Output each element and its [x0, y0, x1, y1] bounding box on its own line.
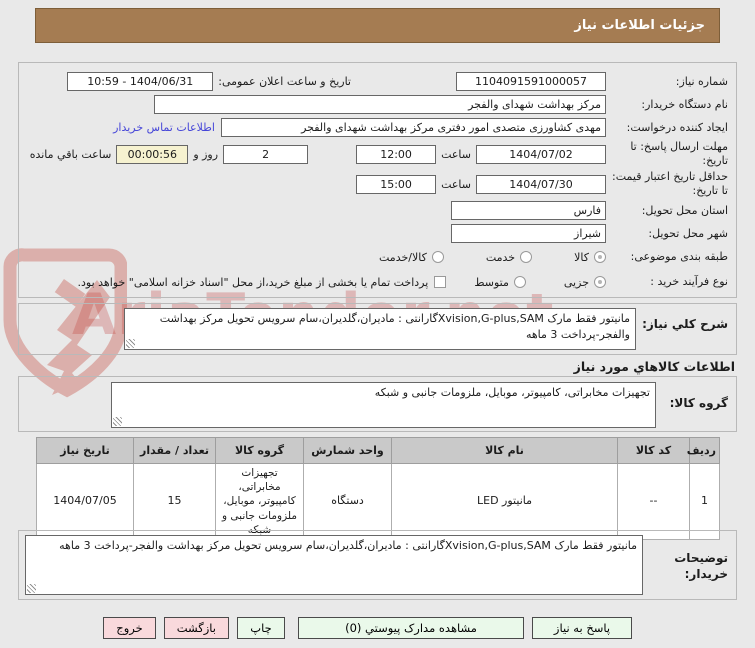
- classification-label: طبقه بندی موضوعی:: [630, 250, 728, 264]
- radio-option-goods-service[interactable]: کالا/خدمت: [379, 251, 444, 264]
- radio-icon[interactable]: [431, 251, 444, 263]
- footer-button-bar: پاسخ به نیاز مشاهده مدارک پیوستي (0) چاپ…: [103, 617, 632, 639]
- request-creator-field[interactable]: مهدی کشاورزی متصدی امور دفتری مرکز بهداش…: [221, 118, 606, 137]
- goods-table: ردیف کد کالا نام کالا واحد شمارش گروه کا…: [36, 437, 720, 540]
- table-row: 1 -- مانیتور LED دستگاه تجهیزات مخابراتی…: [36, 463, 720, 540]
- countdown-timer-field: 00:00:56: [116, 144, 189, 164]
- radio-option-medium[interactable]: متوسط: [474, 276, 526, 289]
- city-label: شهر محل تحویل:: [648, 226, 728, 240]
- price-validity-hour-label: ساعت: [441, 177, 471, 191]
- exit-button[interactable]: خروج: [103, 617, 156, 639]
- goods-group-panel: گروه کالا: تجهیزات مخابراتی، کامپیوتر، م…: [18, 376, 737, 432]
- request-creator-label: ایجاد کننده درخواست:: [626, 120, 728, 134]
- province-field[interactable]: فارس: [451, 201, 606, 220]
- row-reply-deadline: مهلت ارسال پاسخ: تا تاریخ: 1404/07/02 سا…: [27, 139, 728, 169]
- need-description-panel: شرح کلي نیاز: مانیتور فقط مارک Xvision,G…: [18, 303, 737, 355]
- buyer-notes-textarea[interactable]: مانیتور فقط مارک Xvision,G-plus,SAMگاران…: [25, 535, 643, 595]
- radio-label: متوسط: [474, 275, 509, 289]
- reply-deadline-time-field[interactable]: 12:00: [356, 144, 437, 164]
- cell-goods-name: مانیتور LED: [391, 463, 618, 540]
- buyer-notes-panel: توضیحات خریدار: مانیتور فقط مارک Xvision…: [18, 530, 737, 600]
- buyer-notes-label: توضیحات خریدار:: [674, 551, 728, 581]
- col-goods-name: نام کالا: [391, 437, 618, 464]
- row-price-validity: حداقل تاریخ اعتبار قیمت: تا تاریخ: 1404/…: [27, 169, 728, 199]
- col-goods-group: گروه کالا: [215, 437, 304, 464]
- reply-deadline-date-field[interactable]: 1404/07/02: [476, 144, 606, 164]
- radio-icon[interactable]: [513, 276, 526, 288]
- print-button[interactable]: چاپ: [237, 617, 285, 639]
- checkbox-icon[interactable]: [434, 276, 447, 288]
- treasury-checkbox[interactable]: پرداخت تمام یا بخشی از مبلغ خرید،از محل …: [78, 276, 447, 289]
- radio-label: کالا: [574, 250, 589, 264]
- col-quantity: تعداد / مقدار: [133, 437, 216, 464]
- reply-deadline-hour-label: ساعت: [441, 147, 471, 161]
- countdown-label: ساعت باقي مانده: [29, 147, 112, 161]
- row-request-creator: ایجاد کننده درخواست: مهدی کشاورزی متصدی …: [27, 116, 728, 139]
- respond-to-need-button[interactable]: پاسخ به نیاز: [532, 617, 632, 639]
- col-row-number: ردیف: [687, 437, 720, 464]
- row-need-number: شماره نیاز: 1104091591000057 تاریخ و ساع…: [27, 70, 728, 93]
- cell-goods-code: --: [617, 463, 690, 540]
- need-number-label: شماره نیاز:: [675, 74, 728, 88]
- radio-icon[interactable]: [594, 251, 606, 263]
- view-attachments-button[interactable]: مشاهده مدارک پیوستي (0): [298, 617, 524, 639]
- radio-icon[interactable]: [520, 251, 533, 263]
- process-type-label: نوع فرآیند خرید :: [650, 275, 728, 289]
- buyer-contact-link[interactable]: اطلاعات تماس خریدار: [113, 121, 215, 134]
- cell-goods-group: تجهیزات مخابراتی، کامپیوتر، موبایل، ملزو…: [215, 463, 304, 540]
- need-description-textarea[interactable]: مانیتور فقط مارک Xvision,G-plus,SAMگاران…: [124, 308, 636, 350]
- days-label: روز و: [193, 147, 219, 161]
- resize-handle-icon[interactable]: [27, 584, 36, 593]
- goods-table-header: ردیف کد کالا نام کالا واحد شمارش گروه کا…: [36, 437, 720, 464]
- need-description-label: شرح کلي نیاز:: [642, 317, 728, 331]
- col-need-date: تاریخ نیاز: [36, 437, 134, 464]
- row-classification: طبقه بندی موضوعی: کالا خدمت کالا/خدمت: [27, 245, 728, 269]
- province-label: استان محل تحویل:: [641, 203, 728, 217]
- radio-icon[interactable]: [594, 276, 606, 288]
- row-province: استان محل تحویل: فارس: [27, 199, 728, 222]
- resize-handle-icon[interactable]: [126, 339, 135, 348]
- title-bar: جزئیات اطلاعات نیاز: [35, 8, 720, 43]
- cell-quantity: 15: [133, 463, 216, 540]
- radio-label: خدمت: [485, 250, 516, 264]
- col-goods-code: کد کالا: [617, 437, 690, 464]
- price-validity-time-field[interactable]: 15:00: [356, 174, 437, 194]
- radio-option-partial[interactable]: جزیی: [564, 276, 606, 289]
- treasury-checkbox-label: پرداخت تمام یا بخشی از مبلغ خرید،از محل …: [77, 275, 429, 289]
- need-description-text: مانیتور فقط مارک Xvision,G-plus,SAMگاران…: [159, 312, 630, 341]
- goods-group-label: گروه کالا:: [669, 396, 728, 410]
- resize-handle-icon[interactable]: [113, 417, 122, 426]
- buyer-org-field[interactable]: مرکز بهداشت شهدای والفجر: [154, 95, 606, 114]
- days-remaining-field[interactable]: 2: [223, 144, 309, 164]
- col-unit: واحد شمارش: [303, 437, 392, 464]
- buyer-notes-text: مانیتور فقط مارک Xvision,G-plus,SAMگاران…: [59, 539, 637, 552]
- goods-section-heading: اطلاعات کالاهاي مورد نیاز: [573, 359, 735, 374]
- reply-deadline-label: مهلت ارسال پاسخ: تا تاریخ:: [630, 140, 728, 167]
- row-process-type: نوع فرآیند خرید : جزیی متوسط پرداخت تمام…: [27, 269, 728, 295]
- row-buyer-org: نام دستگاه خریدار: مرکز بهداشت شهدای وال…: [27, 93, 728, 116]
- radio-label: جزیی: [563, 275, 589, 289]
- cell-row-number: 1: [689, 463, 720, 540]
- row-city: شهر محل تحویل: شیراز: [27, 222, 728, 245]
- announce-datetime-field[interactable]: 1404/06/31 - 10:59: [67, 72, 214, 91]
- cell-unit: دستگاه: [303, 463, 392, 540]
- goods-group-textarea[interactable]: تجهیزات مخابراتی، کامپیوتر، موبایل، ملزو…: [111, 382, 656, 428]
- radio-option-goods[interactable]: کالا: [574, 251, 606, 264]
- cell-need-date: 1404/07/05: [36, 463, 134, 540]
- need-number-field[interactable]: 1104091591000057: [456, 72, 606, 91]
- back-button[interactable]: بازگشت: [163, 617, 229, 639]
- radio-label: کالا/خدمت: [379, 250, 427, 264]
- buyer-org-label: نام دستگاه خریدار:: [641, 97, 728, 111]
- announce-datetime-label: تاریخ و ساعت اعلان عمومی:: [218, 75, 351, 88]
- goods-group-text: تجهیزات مخابراتی، کامپیوتر، موبایل، ملزو…: [374, 386, 650, 399]
- need-info-panel: شماره نیاز: 1104091591000057 تاریخ و ساع…: [18, 62, 737, 298]
- radio-option-service[interactable]: خدمت: [485, 250, 533, 264]
- price-validity-date-field[interactable]: 1404/07/30: [476, 174, 606, 194]
- price-validity-label: حداقل تاریخ اعتبار قیمت: تا تاریخ:: [612, 170, 728, 197]
- page-title: جزئیات اطلاعات نیاز: [574, 18, 705, 33]
- city-field[interactable]: شیراز: [451, 224, 606, 243]
